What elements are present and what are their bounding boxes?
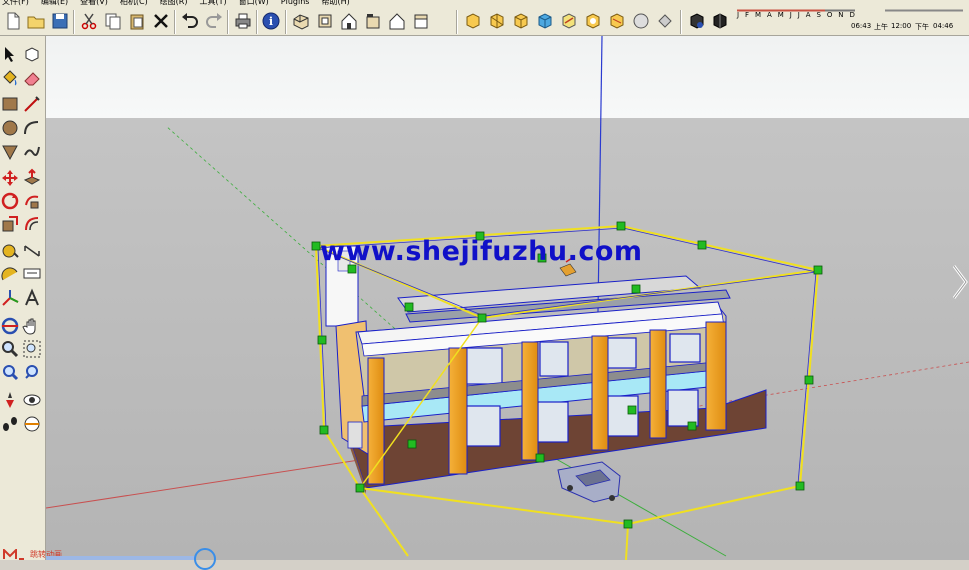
text-tool-icon[interactable] xyxy=(22,264,42,284)
copy-icon[interactable] xyxy=(103,11,123,31)
menu-tools[interactable]: 工具(T) xyxy=(198,0,237,8)
paint-bucket-icon[interactable] xyxy=(0,68,20,88)
look-around-icon[interactable] xyxy=(22,390,42,410)
wireframe-style-icon[interactable] xyxy=(487,11,507,31)
right-view-icon[interactable] xyxy=(363,11,383,31)
next-arrow-icon[interactable] xyxy=(951,264,969,300)
hidden-line-style-icon[interactable] xyxy=(511,11,531,31)
menu-camera[interactable]: 相机(C) xyxy=(118,0,158,8)
polygon-tool-icon[interactable] xyxy=(0,142,20,162)
playback-progress-handle[interactable] xyxy=(194,548,216,570)
model-info-icon[interactable]: i xyxy=(261,11,281,31)
tool-palette xyxy=(0,36,46,560)
protractor-icon[interactable] xyxy=(0,264,20,284)
section-plane-icon[interactable] xyxy=(22,414,42,434)
save-icon[interactable] xyxy=(50,11,70,31)
sky xyxy=(46,36,969,118)
print-icon[interactable] xyxy=(233,11,253,31)
menu-window[interactable]: 窗口(W) xyxy=(237,0,279,8)
menu-view[interactable]: 查看(V) xyxy=(78,0,118,8)
make-component-icon[interactable] xyxy=(22,44,42,64)
monochrome-style-icon[interactable] xyxy=(583,11,603,31)
menu-edit[interactable]: 编辑(E) xyxy=(39,0,78,8)
front-view-icon[interactable] xyxy=(339,11,359,31)
back-view-icon[interactable] xyxy=(387,11,407,31)
fog-icon[interactable] xyxy=(655,11,675,31)
menu-plugins[interactable]: Plugins xyxy=(279,0,320,8)
select-arrow-icon[interactable] xyxy=(0,44,20,64)
toolbar-separator xyxy=(680,10,682,34)
offset-tool-icon[interactable] xyxy=(22,214,42,234)
eraser-icon[interactable] xyxy=(22,68,42,88)
toolbar-separator xyxy=(73,10,75,34)
3d-text-icon[interactable] xyxy=(22,288,42,308)
menu-help[interactable]: 帮助(H) xyxy=(319,0,359,8)
svg-text:i: i xyxy=(269,15,273,28)
paste-icon[interactable] xyxy=(127,11,147,31)
toolbar-separator xyxy=(174,10,176,34)
scale-tool-icon[interactable] xyxy=(0,214,20,234)
tape-measure-icon[interactable] xyxy=(0,241,20,261)
left-view-icon[interactable] xyxy=(411,11,431,31)
pan-hand-icon[interactable] xyxy=(22,316,42,336)
pm-label: 下午 xyxy=(915,23,929,31)
toolbar-separator xyxy=(285,10,287,34)
freehand-tool-icon[interactable] xyxy=(22,142,42,162)
orbit-tool-icon[interactable] xyxy=(0,316,20,336)
sketchy-style-icon[interactable] xyxy=(607,11,627,31)
open-folder-icon[interactable] xyxy=(26,11,46,31)
circle-draw-icon[interactable] xyxy=(0,118,20,138)
display-shadows-icon[interactable] xyxy=(710,11,730,31)
menu-draw[interactable]: 绘图(R) xyxy=(158,0,198,8)
dimension-tool-icon[interactable] xyxy=(22,241,42,261)
circle-tool-icon[interactable] xyxy=(631,11,651,31)
toolbar-separator xyxy=(456,10,458,34)
line-tool-icon[interactable] xyxy=(22,94,42,114)
iso-view-icon[interactable] xyxy=(291,11,311,31)
watermark-text: www.shejifuzhu.com xyxy=(320,236,643,267)
zoom-magnifier-icon[interactable] xyxy=(0,339,20,359)
zoom-window-icon[interactable] xyxy=(22,339,42,359)
cut-icon[interactable] xyxy=(79,11,99,31)
previous-view-icon[interactable] xyxy=(22,362,42,382)
time-start: 06:43 xyxy=(851,22,872,30)
push-pull-icon[interactable] xyxy=(22,168,42,188)
logo-icon xyxy=(3,549,24,560)
axes-tool-icon[interactable] xyxy=(0,288,20,308)
redo-icon[interactable] xyxy=(204,11,224,31)
zoom-extents-icon[interactable] xyxy=(0,362,20,382)
shaded-style-icon[interactable] xyxy=(535,11,555,31)
rotate-tool-icon[interactable] xyxy=(0,191,20,211)
delete-icon[interactable] xyxy=(151,11,171,31)
follow-me-icon[interactable] xyxy=(22,191,42,211)
walk-footprints-icon[interactable] xyxy=(0,414,20,434)
top-view-icon[interactable] xyxy=(315,11,335,31)
move-tool-icon[interactable] xyxy=(0,168,20,188)
undo-icon[interactable] xyxy=(180,11,200,31)
xray-style-icon[interactable] xyxy=(463,11,483,31)
noon-label: 12:00 xyxy=(891,22,912,30)
toolbar-separator xyxy=(227,10,229,34)
position-camera-icon[interactable] xyxy=(0,390,20,410)
shaded-textures-icon[interactable] xyxy=(559,11,579,31)
scene-canvas[interactable] xyxy=(46,36,969,560)
shadow-panel: J F M A M J J A S O N D 06:43 上午 12:00 下… xyxy=(735,9,965,35)
new-file-icon[interactable] xyxy=(3,11,23,31)
model-viewport[interactable]: www.shejifuzhu.com xyxy=(46,36,969,560)
menu-file[interactable]: 文件(F) xyxy=(0,0,39,8)
date-slider-track[interactable] xyxy=(735,9,965,23)
menu-bar: 文件(F) 编辑(E) 查看(V) 相机(C) 绘图(R) 工具(T) 窗口(W… xyxy=(0,0,969,8)
playback-progress-bar[interactable] xyxy=(46,556,196,560)
am-label: 上午 xyxy=(874,23,888,31)
time-end: 04:46 xyxy=(933,22,954,30)
shadow-settings-icon[interactable] xyxy=(687,11,707,31)
arc-tool-icon[interactable] xyxy=(22,118,42,138)
toolbar-separator xyxy=(256,10,258,34)
rectangle-tool-icon[interactable] xyxy=(0,94,20,114)
